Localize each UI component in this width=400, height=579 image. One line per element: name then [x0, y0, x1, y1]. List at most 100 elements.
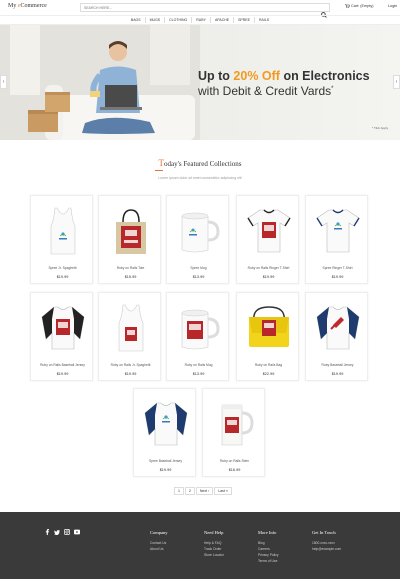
footer-column-need-help: Need Help Help & FAQ Track Order Store L… — [204, 530, 224, 558]
pagination: 1 2 Next › Last » — [174, 487, 232, 495]
nav-item-mugs[interactable]: MUGS — [144, 17, 165, 23]
chevron-right-icon: › — [395, 79, 398, 85]
instagram-icon[interactable] — [64, 529, 70, 535]
nav-item-apache[interactable]: APACHE — [209, 17, 233, 23]
footer-link-store-locator[interactable]: Store Locator — [204, 552, 224, 558]
mug-icon — [181, 309, 220, 350]
nav-item-ruby[interactable]: RUBY — [191, 17, 210, 23]
chevron-left-icon: ‹ — [2, 79, 5, 85]
product-card[interactable]: Ruby on Rails Bag $22.99 — [236, 292, 299, 381]
facebook-icon[interactable] — [44, 529, 50, 535]
header: My eCommerce Cart: (Empty) Login — [0, 0, 400, 18]
product-image[interactable] — [312, 202, 363, 260]
title-underline — [155, 170, 163, 171]
footer-email[interactable]: help@example.com — [312, 546, 341, 552]
product-name[interactable]: Ruby on Rails Stein — [203, 459, 266, 463]
product-price: $13.99 — [192, 275, 205, 279]
product-price: $19.99 — [262, 275, 275, 279]
product-image[interactable] — [173, 202, 224, 260]
search-input[interactable] — [81, 4, 311, 11]
page-2-button[interactable]: 2 — [184, 487, 195, 495]
banner-headline: Up to 20% Off on Electronics — [198, 69, 370, 83]
product-card[interactable]: Ruby on Rails Mug $13.99 — [166, 292, 229, 381]
baseball-jersey-icon — [144, 402, 187, 446]
product-image[interactable] — [140, 395, 191, 453]
product-name[interactable]: Ruby on Rails Mug — [167, 363, 230, 367]
product-image[interactable] — [173, 299, 224, 357]
product-image[interactable] — [105, 299, 156, 357]
product-card[interactable]: Ruby on Rails Baseball Jersey $19.99 — [30, 292, 93, 381]
product-name[interactable]: Spree Baseball Jersey — [134, 459, 197, 463]
footer-link-about-us[interactable]: About Us — [150, 546, 168, 552]
product-price: $13.99 — [192, 372, 205, 376]
product-name[interactable]: Ruby on Rails Ringer T-Shirt — [237, 266, 300, 270]
product-card[interactable]: Ruby on Rails Ringer T-Shirt $19.99 — [236, 195, 299, 284]
hero-banner[interactable]: ‹ › Up to 20% Off on Electronics with De… — [0, 25, 400, 140]
footer-link-terms-of-use[interactable]: Terms of Use — [258, 558, 279, 564]
product-card[interactable]: Spree Baseball Jersey $19.99 — [133, 388, 196, 477]
footer-column-get-in-touch: Get In Touch 1800-xxxx-xxxx help@example… — [312, 530, 341, 552]
product-card[interactable]: Ruby on Rails Jr. Spaghetti $19.99 — [98, 292, 161, 381]
product-name[interactable]: Spree Ringer T-Shirt — [306, 266, 369, 270]
product-name[interactable]: Ruby on Rails Jr. Spaghetti — [99, 363, 162, 367]
product-image[interactable] — [37, 299, 88, 357]
product-name[interactable]: Ruby on Rails Bag — [237, 363, 300, 367]
category-nav: BAGS MUGS CLOTHING RUBY APACHE SPREE RAI… — [0, 15, 400, 25]
messenger-bag-icon — [248, 306, 289, 347]
banner-subheadline: with Debit & Credit Vards* — [198, 84, 334, 98]
product-card[interactable]: Ruby on Rails Tote $15.99 — [98, 195, 161, 284]
product-price: $19.99 — [56, 372, 69, 376]
footer-heading: Get In Touch — [312, 530, 336, 535]
search-box — [80, 3, 330, 18]
product-name[interactable]: Ruby Baseball Jersey — [306, 363, 369, 367]
page-1-button[interactable]: 1 — [174, 487, 184, 495]
baseball-jersey-icon — [41, 306, 84, 350]
product-image[interactable] — [105, 202, 156, 260]
banner-next-button[interactable]: › — [393, 75, 400, 89]
tanktop-icon — [118, 304, 143, 352]
nav-item-rails[interactable]: RAILS — [253, 17, 273, 23]
next-page-button[interactable]: Next › — [195, 487, 214, 495]
social-links — [44, 529, 80, 535]
product-price: $19.99 — [56, 275, 69, 279]
nav-item-bags[interactable]: BAGS — [127, 17, 145, 23]
product-image[interactable] — [37, 202, 88, 260]
cart-link[interactable]: Cart: (Empty) — [345, 4, 374, 8]
product-price: $15.99 — [124, 275, 137, 279]
footer-heading: Need Help — [204, 530, 224, 535]
site-logo[interactable]: My eCommerce — [8, 3, 47, 9]
footer-heading: Company — [150, 530, 168, 535]
product-card[interactable]: Ruby on Rails Stein $16.99 — [202, 388, 265, 477]
product-price: $16.99 — [228, 468, 241, 472]
last-page-button[interactable]: Last » — [214, 487, 232, 495]
product-image[interactable] — [243, 202, 294, 260]
footer-column-company: Company Contact Us About Us — [150, 530, 168, 552]
product-name[interactable]: Spree Mug — [167, 266, 230, 270]
ringer-tshirt-icon — [246, 209, 291, 253]
product-image[interactable] — [209, 395, 260, 453]
nav-item-clothing[interactable]: CLOTHING — [164, 17, 191, 23]
product-name[interactable]: Spree Jr. Spaghetti — [31, 266, 94, 270]
search-icon[interactable] — [321, 5, 327, 18]
product-card[interactable]: Spree Ringer T-Shirt $19.99 — [305, 195, 368, 284]
baseball-jersey-icon — [316, 306, 359, 350]
footer-column-more-info: More Info Blog Careers Privacy Policy Te… — [258, 530, 279, 564]
product-name[interactable]: Ruby on Rails Tote — [99, 266, 162, 270]
stein-icon — [221, 404, 254, 446]
footer-heading: More Info — [258, 530, 277, 535]
product-card[interactable]: Ruby Baseball Jersey $19.99 — [305, 292, 368, 381]
product-card[interactable]: Spree Jr. Spaghetti $19.99 — [30, 195, 93, 284]
banner-prev-button[interactable]: ‹ — [0, 75, 7, 89]
login-link[interactable]: Login — [388, 4, 397, 8]
twitter-icon[interactable] — [54, 529, 60, 535]
product-price: $22.99 — [262, 372, 275, 376]
nav-item-spree[interactable]: SPREE — [233, 17, 254, 23]
youtube-icon[interactable] — [74, 529, 80, 535]
featured-subtitle: Lorem ipsum dolor sit amet consectetur a… — [158, 176, 242, 180]
product-card[interactable]: Spree Mug $13.99 — [166, 195, 229, 284]
product-image[interactable] — [312, 299, 363, 357]
ringer-tshirt-icon — [315, 209, 360, 253]
featured-title: Today's Featured Collections — [158, 158, 242, 168]
product-image[interactable] — [243, 299, 294, 357]
product-name[interactable]: Ruby on Rails Baseball Jersey — [31, 363, 94, 367]
